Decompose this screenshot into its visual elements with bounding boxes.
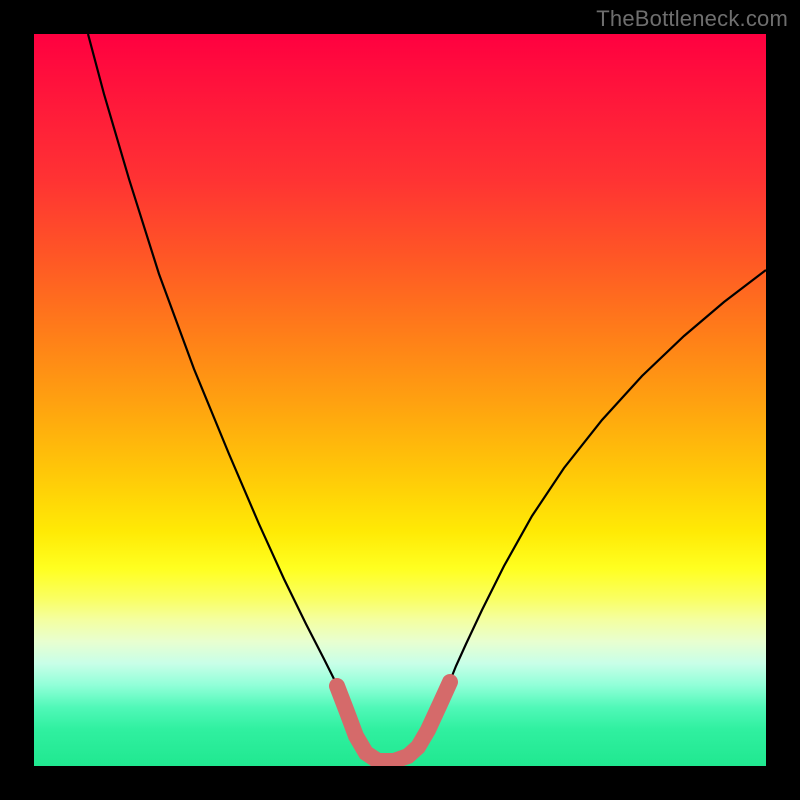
marker-group bbox=[337, 682, 450, 761]
chart-svg bbox=[34, 34, 766, 766]
chart-frame: TheBottleneck.com bbox=[0, 0, 800, 800]
plot-area bbox=[34, 34, 766, 766]
marker-path bbox=[337, 682, 450, 761]
bottleneck-curve bbox=[88, 34, 766, 762]
watermark-text: TheBottleneck.com bbox=[596, 6, 788, 32]
